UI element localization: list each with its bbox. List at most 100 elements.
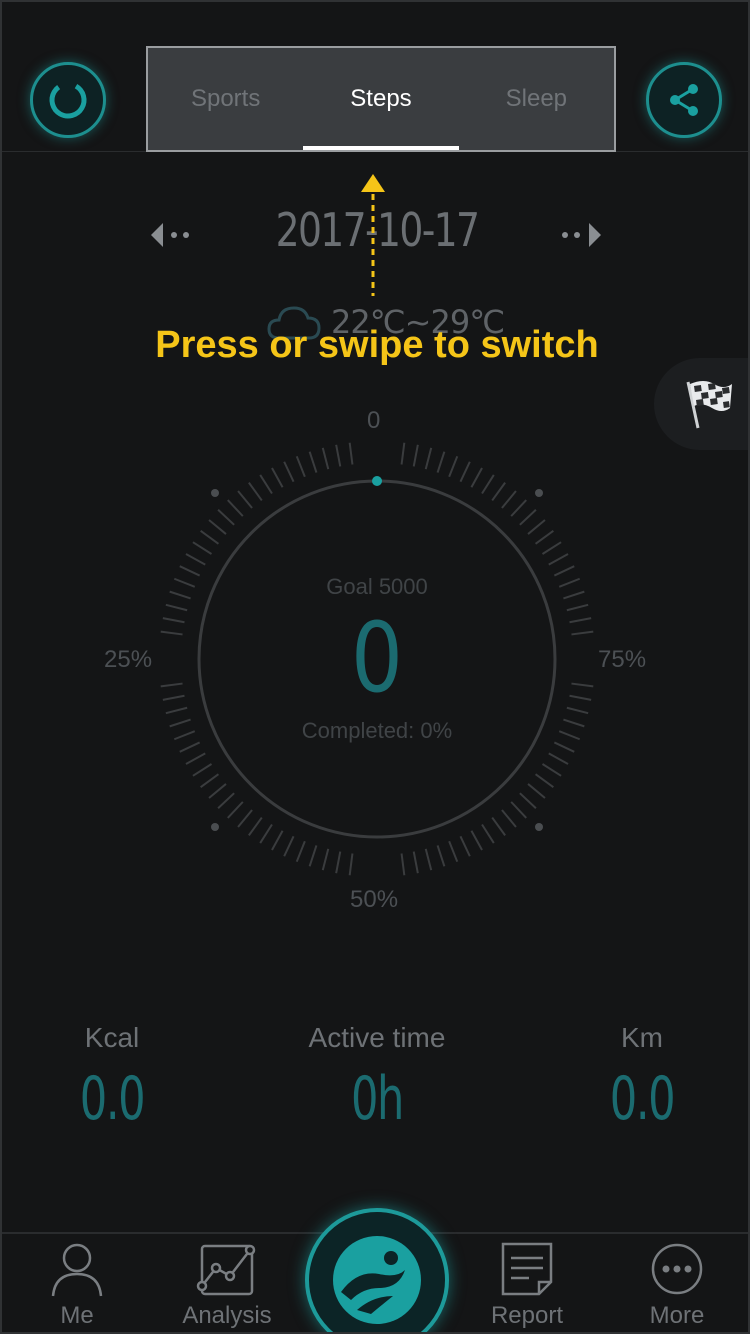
more-dots-icon [651, 1243, 703, 1295]
gauge-tick [321, 848, 330, 871]
runner-logo-icon [333, 1236, 421, 1324]
stat-kcal-value: 0.0 [79, 1064, 146, 1134]
stat-active-time-value: 0h [351, 1064, 404, 1134]
start-workout-button[interactable] [305, 1208, 449, 1332]
gauge-progress-dot [372, 476, 382, 486]
next-day-button[interactable] [557, 215, 617, 255]
gauge-tick [541, 541, 562, 555]
gauge-tick [501, 809, 517, 828]
gauge-label-top: 0 [367, 407, 381, 434]
gauge-tick [400, 442, 406, 465]
gauge-tick [400, 853, 406, 876]
gauge-tick [271, 830, 284, 851]
hint-arrow-icon [361, 174, 385, 296]
sync-button[interactable] [30, 62, 106, 138]
stat-kcal: Kcal 0.0 [2, 1022, 222, 1134]
gauge-tick [412, 444, 419, 467]
gauge-tick [335, 444, 342, 467]
nav-me[interactable]: Me [17, 1238, 137, 1332]
mode-tabs: Sports Steps Sleep [146, 46, 616, 152]
gauge-tick [217, 509, 235, 526]
gauge-tick [321, 447, 330, 470]
app-screen: Sports Steps Sleep 2017-10-17 22℃~29℃ Pr… [0, 0, 750, 1334]
gauge-tick [491, 482, 506, 502]
nav-analysis[interactable]: Analysis [167, 1238, 287, 1332]
stat-km-label: Km [621, 1022, 663, 1053]
gauge-tick [541, 763, 562, 777]
analysis-chart-icon [196, 1244, 256, 1296]
nav-report[interactable]: Report [467, 1238, 587, 1332]
gauge-tick [308, 451, 318, 473]
gauge-marker [535, 823, 543, 831]
gauge-tick [192, 763, 213, 777]
gauge-tick [208, 783, 227, 799]
gauge-tick [448, 455, 459, 478]
hint-text: Press or swipe to switch [155, 324, 599, 366]
gauge-tick [335, 851, 342, 874]
gauge-tick [424, 848, 433, 871]
gauge-tick [348, 442, 354, 465]
gauge-tick [237, 490, 253, 509]
gauge-marker [535, 489, 543, 497]
nav-me-label: Me [60, 1302, 94, 1329]
completed-label: Completed: 0% [301, 718, 453, 743]
nav-more-label: More [649, 1302, 705, 1329]
gauge-tick [519, 792, 537, 809]
gauge-tick [283, 461, 295, 483]
nav-report-label: Report [490, 1302, 564, 1329]
gauge-marker [211, 823, 219, 831]
sync-ring-icon [49, 81, 87, 119]
report-icon [501, 1242, 553, 1296]
gauge-tick [534, 773, 554, 788]
gauge-tick [248, 816, 263, 836]
gauge-tick [295, 455, 306, 478]
gauge-tick [237, 809, 253, 828]
gauge-tick [510, 499, 527, 517]
share-button[interactable] [646, 62, 722, 138]
gauge-tick [424, 447, 433, 470]
gauge-tick [259, 474, 273, 495]
tab-sports[interactable]: Sports [148, 48, 303, 150]
gauge-tick [527, 783, 546, 799]
next-arrow-icon [562, 223, 601, 247]
gauge-tick [412, 851, 419, 874]
steps-count: 0 [351, 602, 403, 714]
header: Sports Steps Sleep [2, 2, 748, 152]
gauge-tick [185, 553, 206, 566]
gauge-tick [271, 467, 284, 488]
stat-km: Km 0.0 [532, 1022, 748, 1134]
tab-sleep[interactable]: Sleep [459, 48, 614, 150]
stat-kcal-label: Kcal [84, 1022, 140, 1053]
gauge-tick [295, 840, 306, 863]
gauge-tick [259, 823, 273, 844]
gauge-marker [211, 489, 219, 497]
gauge-tick [448, 840, 459, 863]
gauge-tick [470, 830, 483, 851]
gauge-label-bottom: 50% [350, 886, 399, 913]
gauge-tick [519, 509, 537, 526]
stat-km-value: 0.0 [609, 1064, 676, 1134]
gauge-tick [436, 451, 446, 473]
gauge-tick [348, 853, 354, 876]
gauge-tick [308, 845, 318, 867]
gauge-tick [283, 835, 295, 857]
gauge-tick [459, 461, 471, 483]
tab-steps[interactable]: Steps [303, 48, 459, 150]
gauge-tick [200, 530, 220, 545]
gauge-tick [217, 792, 235, 809]
person-icon [51, 1243, 103, 1297]
goal-label: Goal 5000 [326, 574, 428, 599]
gauge-tick [501, 490, 517, 509]
gauge-tick [227, 801, 244, 819]
gauge-tick [527, 519, 546, 535]
gauge-tick [248, 482, 263, 502]
stat-active-time: Active time 0h [267, 1022, 487, 1134]
gauge-tick [459, 835, 471, 857]
share-icon [670, 84, 698, 116]
nav-more[interactable]: More [617, 1238, 737, 1332]
gauge-tick [491, 816, 506, 836]
gauge-tick [436, 845, 446, 867]
gauge-tick [548, 553, 569, 566]
gauge-tick [481, 823, 495, 844]
stat-active-time-label: Active time [308, 1022, 446, 1053]
